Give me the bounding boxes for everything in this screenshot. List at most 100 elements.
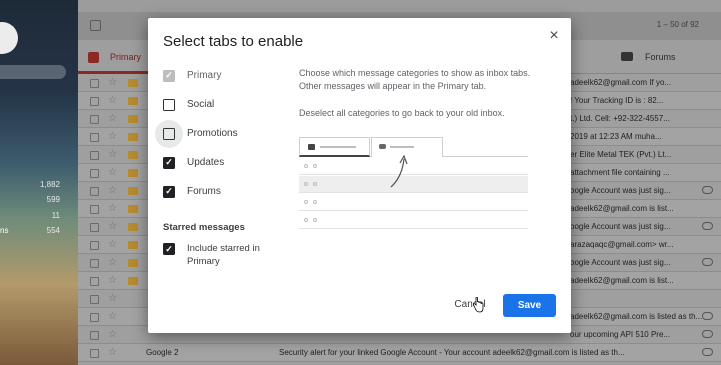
- important-icon[interactable]: [128, 187, 138, 195]
- star-icon[interactable]: ☆: [108, 347, 117, 359]
- important-icon[interactable]: [128, 277, 138, 285]
- close-icon[interactable]: ×: [544, 26, 564, 46]
- important-icon[interactable]: [128, 205, 138, 213]
- tab-forums[interactable]: Forums: [621, 40, 721, 74]
- star-icon[interactable]: ☆: [108, 131, 117, 143]
- row-checkbox[interactable]: [90, 277, 99, 286]
- row-checkbox[interactable]: [90, 133, 99, 142]
- star-icon[interactable]: ☆: [108, 221, 117, 233]
- primary-checkbox: ✓: [163, 70, 175, 82]
- row-snippet: t.) Ltd. Cell: +92-322-4557...: [570, 114, 670, 123]
- sidebar-label: ns: [0, 226, 9, 235]
- row-checkbox[interactable]: [90, 259, 99, 268]
- row-snippet: adeelk62@gmail.com is listed as th...: [570, 312, 703, 321]
- option-forums[interactable]: ✓ Forums: [163, 183, 283, 203]
- star-icon[interactable]: ☆: [108, 329, 117, 341]
- left-sidebar: 1,882 599 11 554 ns: [0, 0, 78, 365]
- forums-checkbox[interactable]: ✓: [163, 186, 175, 198]
- row-checkbox[interactable]: [90, 241, 99, 250]
- select-tabs-dialog: Select tabs to enable × ✓ Primary Social…: [148, 18, 571, 333]
- inbox-icon: [88, 52, 99, 63]
- important-icon[interactable]: [128, 223, 138, 231]
- important-icon[interactable]: [128, 151, 138, 159]
- tabs-illustration: [299, 137, 528, 235]
- starred-heading: Starred messages: [163, 222, 245, 233]
- row-checkbox[interactable]: [90, 97, 99, 106]
- promotions-checkbox[interactable]: [155, 120, 183, 148]
- option-promotions[interactable]: Promotions: [155, 120, 283, 148]
- star-icon[interactable]: ☆: [108, 185, 117, 197]
- row-snippet: oogle Account was just sig...: [570, 222, 671, 231]
- attachment-icon: [702, 330, 713, 338]
- sidebar-pill: [0, 65, 66, 79]
- attachment-icon: [702, 222, 713, 230]
- star-icon[interactable]: ☆: [108, 239, 117, 251]
- row-checkbox[interactable]: [90, 295, 99, 304]
- row-checkbox[interactable]: [90, 313, 99, 322]
- cancel-button[interactable]: Cancel: [445, 294, 495, 316]
- star-icon[interactable]: ☆: [108, 149, 117, 161]
- row-checkbox[interactable]: [90, 223, 99, 232]
- sidebar-count: 1,882: [39, 180, 60, 189]
- important-icon[interactable]: [128, 241, 138, 249]
- option-include-starred[interactable]: ✓ Include starred in Primary: [163, 242, 283, 272]
- option-label: Include starred in Primary: [187, 243, 260, 267]
- row-checkbox[interactable]: [90, 115, 99, 124]
- row-snippet: oogle Account was just sig...: [570, 258, 671, 267]
- save-button[interactable]: Save: [503, 294, 556, 317]
- important-icon[interactable]: [128, 259, 138, 267]
- row-checkbox[interactable]: [90, 349, 99, 358]
- option-updates[interactable]: ✓ Updates: [163, 154, 283, 174]
- row-snippet: arazaqaqc@gmail.com> wr...: [570, 240, 674, 249]
- important-icon[interactable]: [128, 79, 138, 87]
- row-sender: Google 2: [146, 348, 179, 357]
- row-checkbox[interactable]: [90, 169, 99, 178]
- row-snippet: our upcoming API 510 Pre...: [570, 330, 671, 339]
- table-row[interactable]: ☆ Google 2 Security alert for your linked …: [78, 344, 721, 362]
- row-snippet: adeelk62@gmail.com is list...: [570, 276, 674, 285]
- star-icon[interactable]: ☆: [108, 275, 117, 287]
- row-snippet: ! Your Tracking ID is : 82...: [570, 96, 664, 105]
- row-snippet: adeelk62@gmail.com is list...: [570, 204, 674, 213]
- important-icon[interactable]: [128, 169, 138, 177]
- attachment-icon: [702, 186, 713, 194]
- option-label: Promotions: [187, 128, 238, 139]
- option-label: Primary: [187, 70, 222, 81]
- important-icon[interactable]: [128, 115, 138, 123]
- row-snippet: adeelk62@gmail.com If yo...: [570, 78, 672, 87]
- option-social[interactable]: Social: [163, 96, 283, 116]
- row-checkbox[interactable]: [90, 187, 99, 196]
- row-checkbox[interactable]: [90, 205, 99, 214]
- important-icon[interactable]: [128, 133, 138, 141]
- important-icon[interactable]: [128, 97, 138, 105]
- forums-icon: [621, 52, 633, 61]
- tab-forums-label: Forums: [645, 52, 676, 62]
- social-checkbox[interactable]: [163, 99, 175, 111]
- hand-cursor-icon: [473, 297, 484, 313]
- row-checkbox[interactable]: [90, 331, 99, 340]
- star-icon[interactable]: ☆: [108, 95, 117, 107]
- row-snippet: Security alert for your linked Google Ac…: [279, 348, 625, 357]
- row-checkbox[interactable]: [90, 151, 99, 160]
- tab-primary[interactable]: Primary: [78, 40, 158, 74]
- star-icon[interactable]: ☆: [108, 257, 117, 269]
- attachment-icon: [702, 312, 713, 320]
- description-text: Choose which message categories to show …: [299, 68, 531, 91]
- include-starred-checkbox[interactable]: ✓: [163, 243, 175, 255]
- row-snippet: attachment file containing ...: [570, 168, 670, 177]
- star-icon[interactable]: ☆: [108, 293, 117, 305]
- sidebar-count: 554: [46, 226, 60, 235]
- star-icon[interactable]: ☆: [108, 167, 117, 179]
- select-all-checkbox[interactable]: [90, 20, 101, 31]
- pagination-label: 1 – 50 of 92: [656, 20, 699, 29]
- star-icon[interactable]: ☆: [108, 77, 117, 89]
- row-snippet: 2019 at 12:23 AM muha...: [570, 132, 662, 141]
- star-icon[interactable]: ☆: [108, 203, 117, 215]
- option-label: Social: [187, 99, 215, 110]
- option-primary: ✓ Primary: [163, 67, 283, 87]
- row-checkbox[interactable]: [90, 79, 99, 88]
- updates-checkbox[interactable]: ✓: [163, 157, 175, 169]
- attachment-icon: [702, 258, 713, 266]
- star-icon[interactable]: ☆: [108, 311, 117, 323]
- star-icon[interactable]: ☆: [108, 113, 117, 125]
